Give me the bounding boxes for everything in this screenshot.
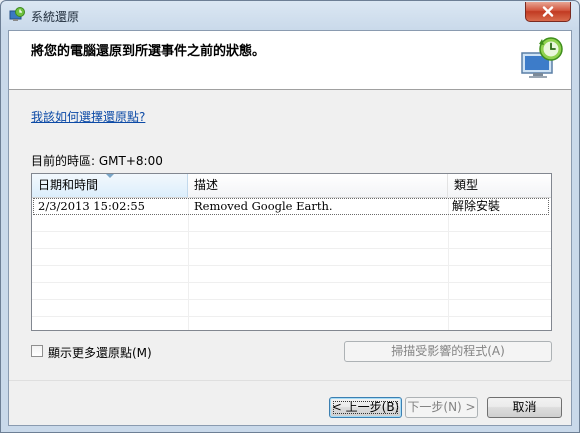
timezone-label: 目前的時區: GMT+8:00 (31, 154, 163, 168)
grid-line (32, 265, 551, 266)
row-description: Removed Google Earth. (194, 199, 333, 213)
show-more-checkbox[interactable] (31, 345, 43, 357)
dialog-client-area: 將您的電腦還原到所選事件之前的狀態。 我該如何選擇還原點? 目前的時區: GMT… (8, 30, 572, 426)
focus-rectangle (333, 401, 398, 414)
row-type: 解除安裝 (452, 199, 501, 213)
footer-divider (9, 380, 571, 381)
grid-line (32, 248, 551, 249)
scan-affected-programs-button[interactable]: 掃描受影響的程式(A) (344, 341, 552, 362)
column-header-description[interactable]: 描述 (188, 174, 448, 197)
close-button[interactable] (525, 2, 571, 22)
grid-line (32, 299, 551, 300)
system-restore-app-icon (9, 7, 25, 21)
column-header-type[interactable]: 類型 (448, 174, 551, 197)
window-title: 系統還原 (31, 10, 80, 24)
grid-line (32, 231, 551, 232)
row-datetime: 2/3/2013 15:02:55 (38, 199, 145, 213)
grid-line (32, 316, 551, 317)
grid-line (32, 282, 551, 283)
system-restore-icon (521, 37, 563, 78)
dialog-header: 將您的電腦還原到所選事件之前的狀態。 (9, 31, 571, 90)
grid-line (188, 197, 189, 330)
close-icon (542, 6, 554, 17)
show-more-label: 顯示更多還原點(M) (48, 346, 152, 360)
system-restore-window: 系統還原 將您的電腦還原到所選事件之前的狀態。 我該如何選擇還原點? 目前的時區… (0, 0, 580, 433)
title-bar[interactable]: 系統還原 (1, 1, 579, 31)
restore-point-list[interactable]: 日期和時間 描述 類型 2/3/2013 15:02:55 Removed Go… (31, 173, 552, 331)
column-header-datetime[interactable]: 日期和時間 (32, 174, 188, 197)
grid-line (448, 197, 449, 330)
help-choose-restore-point-link[interactable]: 我該如何選擇還原點? (31, 108, 145, 125)
back-button[interactable]: < 上一步(B) (329, 397, 402, 418)
list-header: 日期和時間 描述 類型 (32, 174, 551, 198)
sort-arrow-icon (106, 174, 114, 178)
table-row[interactable]: 2/3/2013 15:02:55 Removed Google Earth. … (33, 198, 549, 215)
cancel-button[interactable]: 取消 (487, 397, 562, 418)
next-button[interactable]: 下一步(N) > (405, 397, 478, 418)
page-title: 將您的電腦還原到所選事件之前的狀態。 (31, 44, 266, 59)
